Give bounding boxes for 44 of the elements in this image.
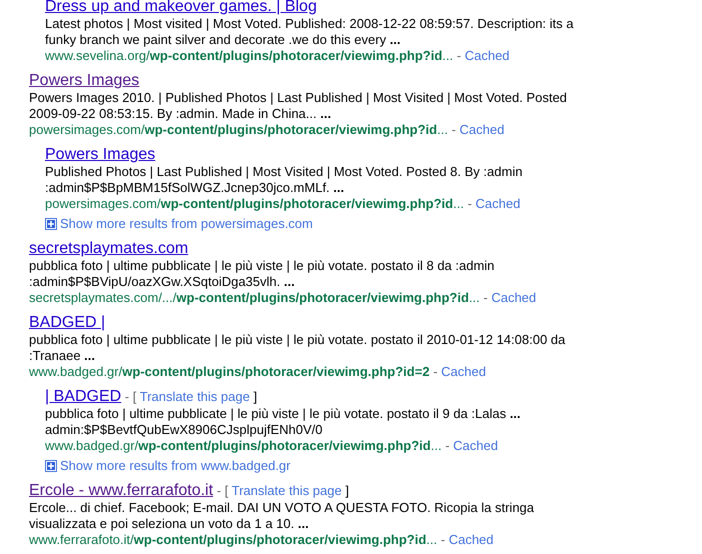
separator-text: - <box>468 196 472 211</box>
result-title-link[interactable]: Ercole - www.ferrarafoto.it <box>29 482 214 499</box>
result-url: www.badged.gr/wp-content/plugins/photoracer/viewimg.php?id... <box>45 438 442 453</box>
expand-plus-icon[interactable] <box>45 460 57 472</box>
expand-plus-icon[interactable] <box>45 218 57 230</box>
result-url: www.sevelina.org/wp-content/plugins/photoracer/viewimg.php?id... <box>45 48 454 63</box>
cached-link[interactable]: Cached <box>476 196 520 211</box>
bracket-text: - [ <box>124 389 136 404</box>
cached-link[interactable]: Cached <box>453 438 498 453</box>
result-url: powersimages.com/wp-content/plugins/photoracer/viewimg.php?id... <box>29 122 448 137</box>
bracket-text: - [ <box>216 483 228 498</box>
result-url: www.ferrarafoto.it/wp-content/plugins/photoracer/viewimg.php?id... <box>29 532 438 547</box>
cached-link[interactable]: Cached <box>491 290 536 305</box>
result-snippet: Powers Images 2010. | Published Photos | Last Published | Most Visited | Most Voted. Posted 2009-09-22 08:53:15. By :admin. Made in China... ... <box>29 90 568 122</box>
result-url: www.badged.gr/wp-content/plugins/photoracer/viewimg.php?id=2 <box>29 364 430 379</box>
result-title-link[interactable]: | BADGED <box>45 388 122 405</box>
separator-text: - <box>445 438 450 453</box>
result-title-link[interactable]: BADGED | <box>29 314 106 331</box>
bracket-text: ] <box>345 483 349 498</box>
result-title-link[interactable]: Powers Images <box>29 72 140 89</box>
result-url: secretsplaymates.com/.../wp-content/plugins/photoracer/viewimg.php?id... <box>29 290 480 305</box>
result-snippet: pubblica foto | ultime pubblicate | le più viste | le più votate. postato il 8 da :admin :admin$P$BVipU/oazXGw.XSqtoiDga35vlh. ... <box>29 258 496 290</box>
result-title-link[interactable]: secretsplaymates.com <box>29 240 188 257</box>
cached-link[interactable]: Cached <box>448 532 494 547</box>
result-snippet: pubblica foto | ultime pubblicate | le più viste | le più votate. postato il 9 da :Lalas ... admin:$P$BevtfQubEwX8906CJsplpujfENh0V/0 <box>45 406 522 438</box>
separator-text: - <box>456 48 462 63</box>
separator-text: - <box>440 532 446 547</box>
result-snippet: pubblica foto | ultime pubblicate | le più viste | le più votate. postato il 2010-01-12 14:08:00 da :Tranaee ... <box>29 332 566 364</box>
more-results-link[interactable]: Show more results from www.badged.gr <box>60 458 290 474</box>
result-url: powersimages.com/wp-content/plugins/photoracer/viewimg.php?id... <box>45 196 464 211</box>
more-results-link[interactable]: Show more results from powersimages.com <box>60 216 313 232</box>
bracket-text: ] <box>253 389 258 404</box>
result-snippet: Ercole... di chief. Facebook; E-mail. DAI UN VOTO A QUESTA FOTO. Ricopia la stringa visualizzata e poi seleziona un voto da 1 a 10. ... <box>29 500 536 532</box>
translate-link[interactable]: Translate this page <box>140 389 250 404</box>
separator-text: - <box>433 364 438 379</box>
cached-link[interactable]: Cached <box>441 364 486 379</box>
translate-link[interactable]: Translate this page <box>232 483 342 498</box>
cached-link[interactable]: Cached <box>464 48 510 63</box>
result-title-link[interactable]: Powers Images <box>45 146 156 163</box>
separator-text: - <box>483 290 488 305</box>
result-snippet: Published Photos | Last Published | Most Visited | Most Voted. Posted 8. By :admin :admin$P$BpMBM15fSolWGZ.Jcnep30jco.mMLf. ... <box>45 164 524 196</box>
result-snippet: Latest photos | Most visited | Most Voted. Published: 2008-12-22 08:59:57. Description: its a funky branch we paint silver and decorate .we do this every ... <box>45 16 574 48</box>
cached-link[interactable]: Cached <box>460 122 504 137</box>
separator-text: - <box>452 122 456 137</box>
